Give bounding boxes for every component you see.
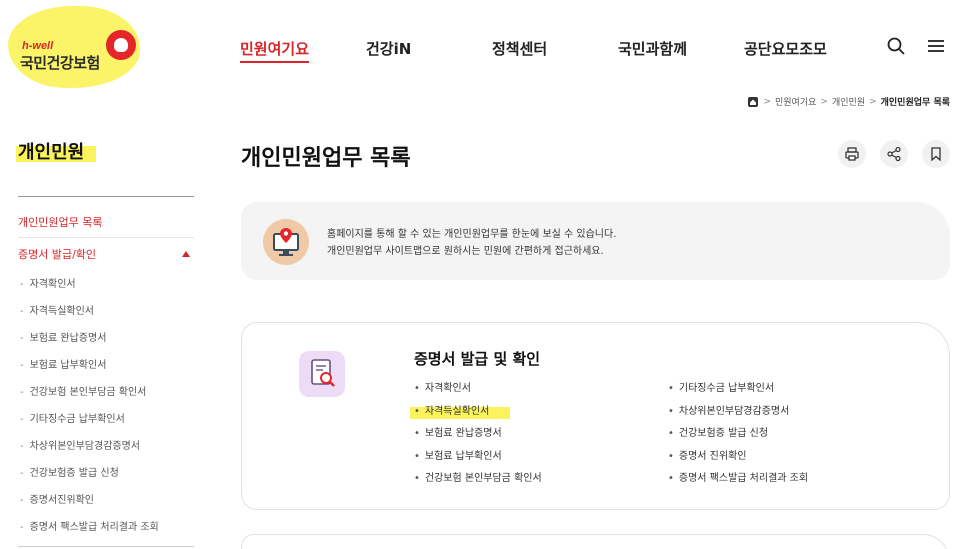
- sidebar-subitem[interactable]: - 건강보험증 발급 신청: [18, 460, 194, 487]
- breadcrumb-current: 개인민원업무 목록: [880, 98, 950, 108]
- sidebar-subitem[interactable]: - 차상위본인부담경감증명서: [18, 433, 194, 460]
- caret-up-icon: [182, 251, 190, 257]
- print-icon: [845, 147, 859, 161]
- share-button[interactable]: [880, 140, 908, 168]
- notice-box: 홈페이지를 통해 할 수 있는 개인민원업무를 한눈에 보실 수 있습니다. 개…: [241, 202, 950, 280]
- global-nav: 민원여기요 건강iN 정책센터 국민과함께 공단요모조모: [0, 38, 966, 63]
- bookmark-button[interactable]: [922, 140, 950, 168]
- home-icon[interactable]: [747, 96, 759, 108]
- breadcrumb-item-personal[interactable]: 개인민원: [832, 95, 865, 108]
- sidebar-group-certificates[interactable]: 증명서 발급/확인: [18, 238, 194, 271]
- card-column-right: • 기타징수금 납부확인서 • 차상위본인부담경감증명서 • 건강보험증 발급 신청 …: [668, 378, 808, 491]
- breadcrumb-separator: >: [820, 96, 828, 107]
- sidebar-title-wrap: 개인민원: [16, 138, 96, 164]
- breadcrumb-separator: >: [869, 96, 877, 107]
- monitor-location-icon: [263, 219, 309, 265]
- document-search-icon: [299, 351, 345, 397]
- card-link[interactable]: • 자격확인서: [414, 378, 542, 401]
- sidebar-subitem[interactable]: - 보험료 납부확인서: [18, 352, 194, 379]
- sidebar-divider: [18, 196, 194, 197]
- card-link[interactable]: • 증명서 팩스발급 처리결과 조회: [668, 468, 808, 491]
- card-link[interactable]: • 증명서 진위확인: [668, 446, 808, 469]
- gnb-item-policy[interactable]: 정책센터: [492, 38, 547, 59]
- sidebar-title: 개인민원: [18, 142, 85, 163]
- card-column-left: • 자격확인서 • 자격득실확인서 • 보험료 완납증명서 • 보험료 납부확인서 • 건…: [410, 378, 542, 491]
- card-link[interactable]: • 기타징수금 납부확인서: [668, 378, 808, 401]
- card-link[interactable]: • 건강보험 본인부담금 확인서: [414, 468, 542, 491]
- card-link[interactable]: • 보험료 납부확인서: [414, 446, 542, 469]
- breadcrumb-item-minwon[interactable]: 민원여기요: [775, 95, 816, 108]
- gnb-item-minwon[interactable]: 민원여기요: [240, 38, 310, 63]
- bookmark-icon: [931, 147, 941, 162]
- hamburger-menu-icon[interactable]: [926, 36, 946, 56]
- card-link[interactable]: • 건강보험증 발급 신청: [668, 423, 808, 446]
- sidebar-group-label: 증명서 발급/확인: [18, 248, 97, 261]
- sidebar-subitem[interactable]: - 자격득실확인서: [18, 298, 194, 325]
- sidebar-subitem[interactable]: - 증명서 팩스발급 처리결과 조회: [18, 514, 194, 541]
- certificate-card: 증명서 발급 및 확인 • 자격확인서 • 자격득실확인서 • 보험료 완납증명서 •…: [241, 322, 950, 510]
- sidebar-subitem[interactable]: - 보험료 완납증명서: [18, 325, 194, 352]
- breadcrumb: > 민원여기요 > 개인민원 > 개인민원업무 목록: [747, 95, 950, 108]
- sidebar-subitem[interactable]: - 기타징수금 납부확인서: [18, 406, 194, 433]
- card-link[interactable]: • 차상위본인부담경감증명서: [668, 401, 808, 424]
- notice-text: 홈페이지를 통해 할 수 있는 개인민원업무를 한눈에 보실 수 있습니다. 개…: [327, 226, 616, 260]
- notice-line-2: 개인민원업무 사이트맵으로 원하시는 민원에 간편하게 접근하세요.: [327, 246, 604, 257]
- sidebar-subitem[interactable]: - 자격확인서: [18, 271, 194, 298]
- page-title: 개인민원업무 목록: [241, 146, 411, 171]
- gnb-item-together[interactable]: 국민과함께: [618, 38, 687, 59]
- breadcrumb-separator: >: [763, 96, 771, 107]
- sidebar-subitem[interactable]: - 건강보험 본인부담금 확인서: [18, 379, 194, 406]
- sidebar-bottom-divider: [18, 546, 194, 547]
- sidebar-item-list[interactable]: 개인민원업무 목록: [18, 207, 194, 238]
- gnb-item-health-in[interactable]: 건강iN: [366, 38, 411, 59]
- notice-line-1: 홈페이지를 통해 할 수 있는 개인민원업무를 한눈에 보실 수 있습니다.: [327, 229, 617, 240]
- gnb-item-about[interactable]: 공단요모조모: [744, 38, 827, 59]
- print-button[interactable]: [838, 140, 866, 168]
- sidebar-subitem[interactable]: - 증명서진위확인: [18, 487, 194, 514]
- card-title: 증명서 발급 및 확인: [414, 350, 541, 368]
- search-icon[interactable]: [886, 36, 906, 56]
- sidebar-menu: 개인민원업무 목록 증명서 발급/확인 - 자격확인서 - 자격득실확인서 - 보험료…: [18, 207, 194, 541]
- next-card: [241, 534, 950, 549]
- card-link[interactable]: • 보험료 완납증명서: [414, 423, 542, 446]
- share-icon: [887, 146, 901, 162]
- card-link-highlighted[interactable]: • 자격득실확인서: [410, 401, 542, 424]
